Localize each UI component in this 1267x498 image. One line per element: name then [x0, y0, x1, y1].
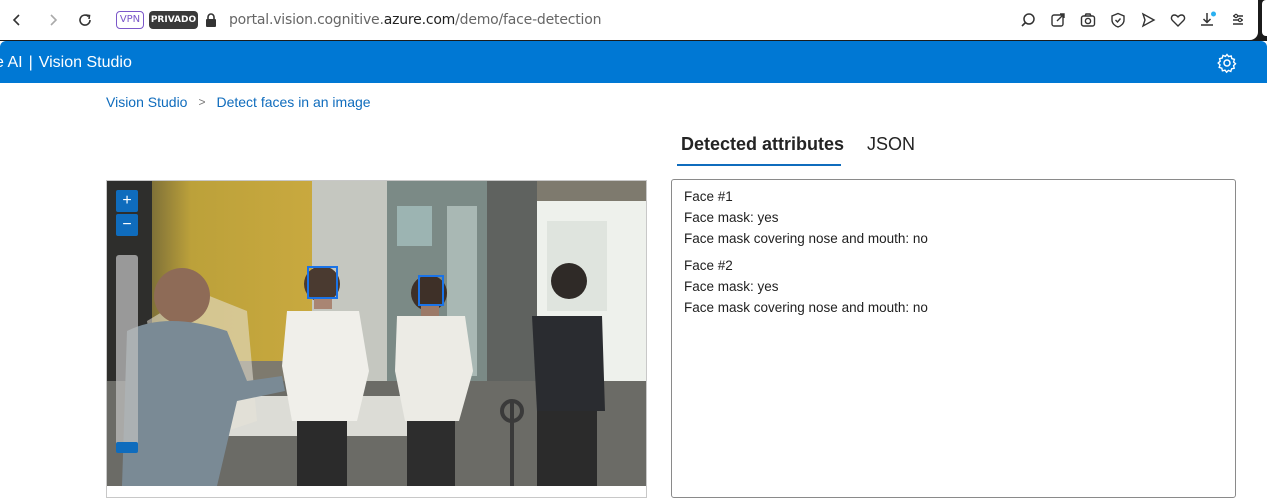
- face-result-1: Face #1 Face mask: yes Face mask coverin…: [684, 186, 1223, 249]
- back-arrow-icon[interactable]: [6, 9, 28, 31]
- browser-toolbar: VPN PRIVADO portal.vision.cognitive.azur…: [0, 0, 1258, 40]
- face-title: Face #1: [684, 189, 733, 204]
- zoom-in-button[interactable]: +: [116, 190, 138, 212]
- share-icon[interactable]: [1047, 9, 1069, 31]
- download-icon[interactable]: [1197, 9, 1219, 31]
- app-title-partial: e AI: [0, 54, 23, 71]
- url-path: /demo/face-detection: [455, 12, 602, 28]
- send-icon[interactable]: [1137, 9, 1159, 31]
- page: e AI | Vision Studio Vision Studio > Detec…: [0, 41, 1267, 498]
- app-name: Vision Studio: [38, 54, 132, 71]
- breadcrumb-home[interactable]: Vision Studio: [106, 94, 187, 110]
- zoom-out-button[interactable]: −: [116, 214, 138, 236]
- shield-icon[interactable]: [1107, 9, 1129, 31]
- face-mask-cover-value: Face mask covering nose and mouth: no: [684, 231, 928, 246]
- breadcrumb: Vision Studio > Detect faces in an image: [106, 94, 371, 110]
- heart-icon[interactable]: [1167, 9, 1189, 31]
- face-mask-value: Face mask: yes: [684, 279, 779, 294]
- detected-attributes-panel: Face #1 Face mask: yes Face mask coverin…: [671, 179, 1236, 498]
- app-header: e AI | Vision Studio: [0, 41, 1267, 83]
- tab-detected-attributes[interactable]: Detected attributes: [677, 134, 844, 166]
- title-separator: |: [28, 54, 33, 71]
- breadcrumb-current[interactable]: Detect faces in an image: [216, 94, 370, 110]
- reload-icon[interactable]: [74, 9, 96, 31]
- face-box-2[interactable]: [418, 275, 444, 306]
- address-bar[interactable]: portal.vision.cognitive.azure.com/demo/f…: [229, 12, 601, 28]
- face-mask-value: Face mask: yes: [684, 210, 779, 225]
- face-mask-cover-value: Face mask covering nose and mouth: no: [684, 300, 928, 315]
- gear-icon[interactable]: [1216, 52, 1238, 74]
- private-badge: PRIVADO: [149, 11, 198, 29]
- face-box-1[interactable]: [307, 266, 338, 299]
- app-title[interactable]: e AI | Vision Studio: [0, 54, 132, 72]
- tab-json[interactable]: JSON: [863, 134, 919, 166]
- face-result-2: Face #2 Face mask: yes Face mask coverin…: [684, 255, 1223, 318]
- forward-arrow-icon[interactable]: [42, 9, 64, 31]
- lock-icon[interactable]: [200, 9, 222, 31]
- vpn-badge[interactable]: VPN: [116, 11, 144, 29]
- classroom-photo: [107, 181, 646, 486]
- zoom-slider-thumb[interactable]: [116, 442, 138, 453]
- url-prefix: portal.vision.cognitive.: [229, 12, 384, 28]
- menu-icon[interactable]: [1227, 9, 1249, 31]
- side-panel-tab[interactable]: [1262, 0, 1267, 36]
- zoom-slider-track[interactable]: [116, 255, 138, 453]
- breadcrumb-separator: >: [198, 95, 206, 109]
- camera-icon[interactable]: [1077, 9, 1099, 31]
- image-viewer[interactable]: + −: [106, 180, 647, 498]
- url-domain: azure.com: [383, 12, 456, 28]
- search-icon[interactable]: [1017, 9, 1039, 31]
- face-title: Face #2: [684, 258, 733, 273]
